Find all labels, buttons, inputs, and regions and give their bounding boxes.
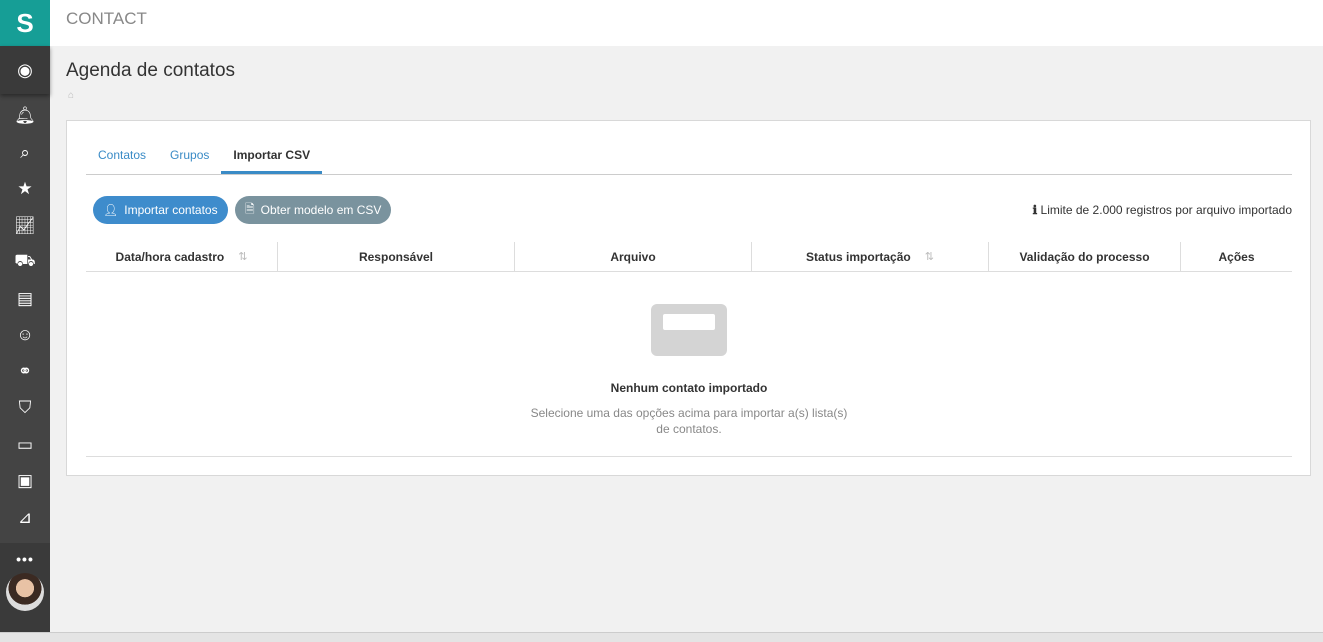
box-icon[interactable]: ▤ xyxy=(0,281,50,318)
template-label: Obter modelo em CSV xyxy=(260,203,382,217)
col-file: Arquivo xyxy=(515,242,752,271)
col-label: Status importação xyxy=(806,249,911,264)
sort-icon[interactable]: ⇅ xyxy=(925,250,934,263)
tab-grupos[interactable]: Grupos xyxy=(158,141,221,174)
inbox-icon xyxy=(651,304,727,356)
user-profile-icon[interactable]: ◉ xyxy=(0,46,50,94)
app-title: CONTACT xyxy=(50,0,1323,46)
avatar[interactable] xyxy=(6,573,44,611)
search-icon[interactable]: ⌕ xyxy=(0,135,50,172)
col-date[interactable]: Data/hora cadastro ⇅ xyxy=(86,242,278,271)
limit-text: Limite de 2.000 registros por arquivo im… xyxy=(1040,203,1292,217)
bell-icon[interactable]: 🔔︎ xyxy=(0,98,50,135)
tabs: Contatos Grupos Importar CSV xyxy=(86,141,1292,175)
user-plus-icon: 👤︎ xyxy=(103,203,119,217)
team-icon[interactable]: ☺ xyxy=(0,317,50,354)
forklift-icon[interactable]: ⊿ xyxy=(0,500,50,537)
horizontal-scrollbar[interactable] xyxy=(0,632,1323,642)
col-responsible: Responsável xyxy=(278,242,515,271)
col-status[interactable]: Status importação ⇅ xyxy=(752,242,989,271)
col-actions: Ações xyxy=(1218,249,1255,264)
col-label: Data/hora cadastro xyxy=(115,249,225,264)
tab-contatos[interactable]: Contatos xyxy=(86,141,158,174)
home-icon[interactable]: ⌂ xyxy=(68,90,74,101)
handshake-icon[interactable]: ⚭ xyxy=(0,354,50,391)
table-header: Data/hora cadastro ⇅ Responsável Arquivo … xyxy=(86,242,1292,272)
empty-state: Nenhum contato importado Selecione uma d… xyxy=(86,272,1292,457)
page-title: Agenda de contatos xyxy=(66,60,236,81)
backpack-icon[interactable]: ▣ xyxy=(0,463,50,500)
empty-message: Selecione uma das opções acima para impo… xyxy=(530,406,848,436)
col-validation: Validação do processo xyxy=(989,242,1181,271)
more-icon[interactable]: ••• xyxy=(0,543,50,567)
sidebar-footer: ••• xyxy=(0,543,50,632)
import-contacts-button[interactable]: 👤︎ Importar contatos xyxy=(93,196,228,224)
chart-icon[interactable]: 📈︎ xyxy=(0,208,50,245)
sidebar: S ◉ 🔔︎ ⌕ ★ 📈︎ ⛟ ▤ ☺ ⚭ ⛉ ▭ ▣ ⊿ ••• xyxy=(0,0,50,632)
tractor-icon[interactable]: ⛟ xyxy=(0,244,50,281)
logo-icon[interactable]: S xyxy=(0,0,50,46)
tab-importar-csv[interactable]: Importar CSV xyxy=(221,141,323,174)
get-template-button[interactable]: 🗎︎ Obter modelo em CSV xyxy=(235,196,392,224)
content-card: Contatos Grupos Importar CSV 👤︎ Importar … xyxy=(66,120,1311,476)
briefcase-icon[interactable]: ▭ xyxy=(0,427,50,464)
shield-icon[interactable]: ⛉ xyxy=(0,390,50,427)
import-label: Importar contatos xyxy=(124,203,218,217)
empty-title: Nenhum contato importado xyxy=(610,381,768,395)
limit-info: ℹ Limite de 2.000 registros por arquivo … xyxy=(1033,203,1292,217)
file-download-icon: 🗎︎ xyxy=(245,201,255,216)
info-icon: ℹ xyxy=(1032,203,1038,217)
sort-icon[interactable]: ⇅ xyxy=(238,250,247,263)
star-icon[interactable]: ★ xyxy=(0,171,50,208)
